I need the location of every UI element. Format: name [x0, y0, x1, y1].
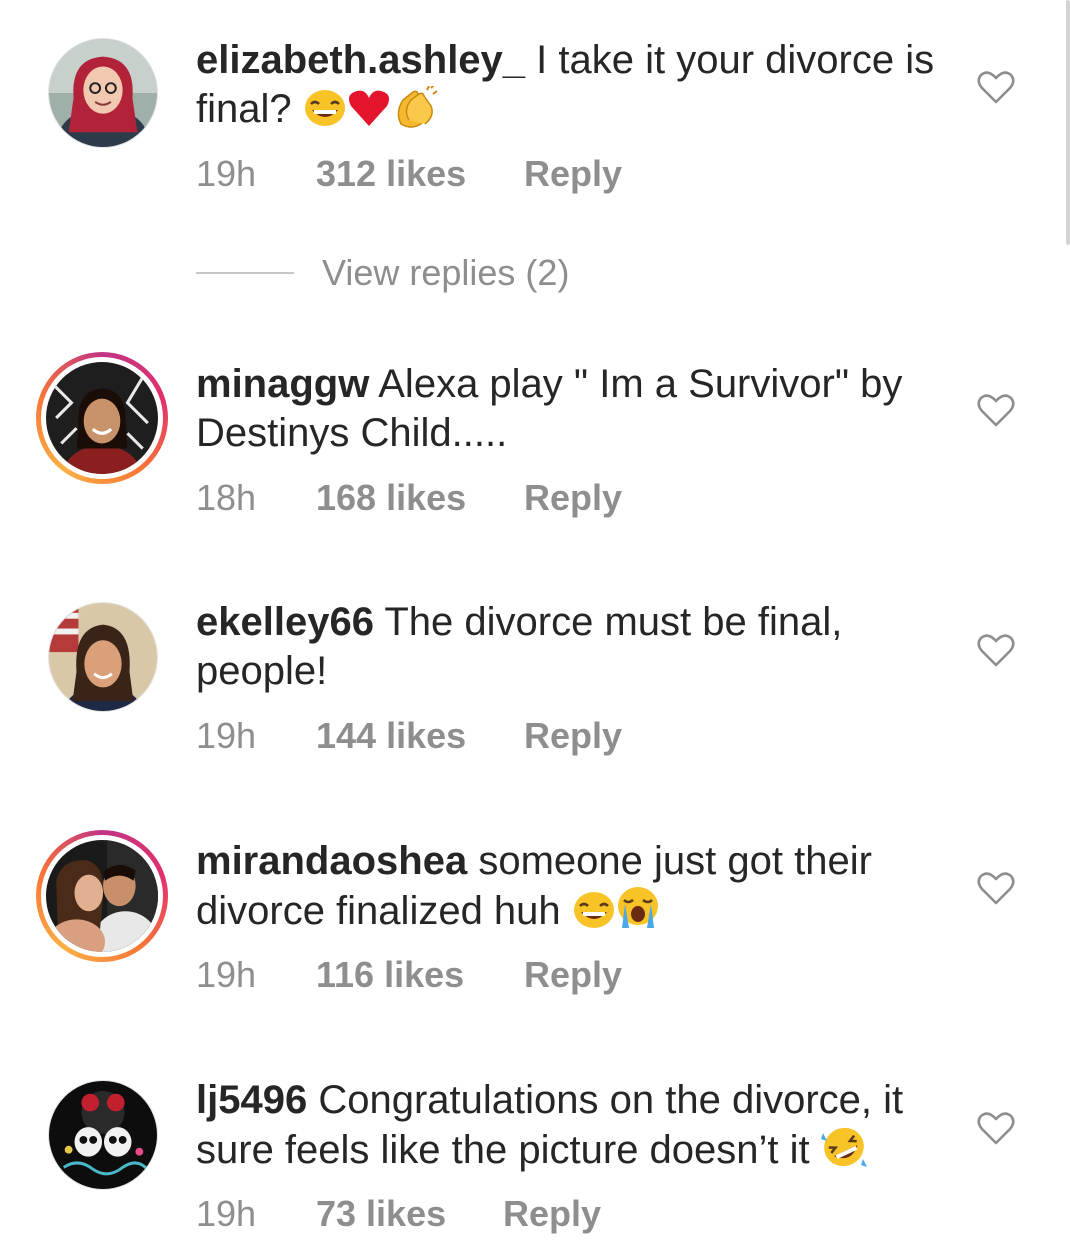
rolling-laughing-face-icon [820, 1125, 867, 1181]
story-ring [41, 357, 163, 479]
scrollbar[interactable] [1066, 0, 1070, 245]
avatar-image [46, 362, 158, 474]
avatar[interactable] [48, 1080, 158, 1190]
comment-username[interactable]: ekelley66 [196, 600, 374, 644]
avatar[interactable] [36, 830, 168, 962]
avatar[interactable] [48, 38, 158, 148]
avatar-image [46, 840, 158, 952]
heart-icon[interactable] [976, 67, 1016, 107]
likes-count[interactable]: 312 likes [316, 153, 524, 195]
comment-meta: 19h 73 likes Reply [196, 1193, 601, 1235]
red-heart-icon [347, 88, 391, 140]
comment-time: 19h [196, 1193, 257, 1234]
comment-text: mirandaoshea someone just got their divo… [196, 837, 936, 942]
comment-text: ekelley66 The divorce must be final, peo… [196, 598, 936, 696]
avatar-image [49, 39, 157, 147]
likes-count[interactable]: 168 likes [316, 477, 524, 519]
comment-text: minaggw Alexa play " Im a Survivor" by D… [196, 360, 936, 458]
comment-time: 18h [196, 477, 257, 518]
laughing-face-icon [303, 88, 347, 140]
comment-meta: 19h 144 likes Reply [196, 715, 622, 757]
reply-button[interactable]: Reply [503, 1193, 601, 1235]
view-replies-label: View replies (2) [322, 252, 570, 293]
likes-count[interactable]: 116 likes [316, 954, 524, 996]
comment-time: 19h [196, 954, 257, 995]
comment-meta: 19h 312 likes Reply [196, 153, 622, 195]
crying-face-icon [616, 886, 660, 942]
heart-icon[interactable] [976, 868, 1016, 908]
divider [196, 272, 294, 274]
story-ring [41, 835, 163, 957]
comment-text: elizabeth.ashley_ I take it your divorce… [196, 36, 936, 140]
comment-username[interactable]: lj5496 [196, 1078, 307, 1122]
comment-username[interactable]: minaggw [196, 362, 369, 406]
laughing-face-icon [572, 890, 616, 942]
reply-button[interactable]: Reply [524, 153, 622, 195]
comment-meta: 18h 168 likes Reply [196, 477, 622, 519]
heart-icon[interactable] [976, 1108, 1016, 1148]
comment-meta: 19h 116 likes Reply [196, 954, 622, 996]
likes-count[interactable]: 73 likes [316, 1193, 503, 1235]
heart-icon[interactable] [976, 390, 1016, 430]
avatar[interactable] [48, 602, 158, 712]
avatar-image [49, 1081, 157, 1189]
comment-time: 19h [196, 153, 257, 194]
reply-button[interactable]: Reply [524, 954, 622, 996]
comment-text: lj5496 Congratulations on the divorce, i… [196, 1076, 936, 1181]
comment-username[interactable]: mirandaoshea [196, 839, 467, 883]
comment-username[interactable]: elizabeth.ashley_ [196, 38, 525, 82]
reply-button[interactable]: Reply [524, 477, 622, 519]
heart-icon[interactable] [976, 630, 1016, 670]
likes-count[interactable]: 144 likes [316, 715, 524, 757]
clapping-hands-icon [391, 84, 439, 140]
reply-button[interactable]: Reply [524, 715, 622, 757]
comment-time: 19h [196, 715, 257, 756]
view-replies-button[interactable]: View replies (2) [196, 252, 569, 294]
avatar[interactable] [36, 352, 168, 484]
avatar-image [49, 603, 157, 711]
